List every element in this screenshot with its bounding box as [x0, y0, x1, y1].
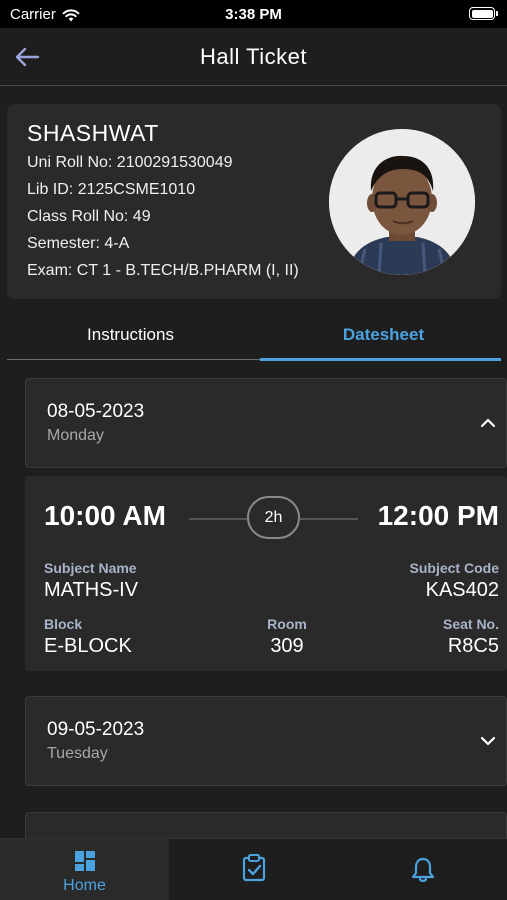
duration-line-right — [300, 518, 358, 520]
duration-line-left — [189, 518, 247, 520]
bottom-navigation: Home — [0, 838, 507, 900]
datesheet-list[interactable]: 08-05-2023 Monday 10:00 AM 2h 12:00 PM S… — [0, 362, 507, 838]
student-photo — [329, 129, 475, 275]
block-label: Block — [44, 616, 83, 632]
seat-value: R8C5 — [447, 635, 499, 657]
bell-icon[interactable] — [411, 856, 435, 884]
exam-day: Tuesday — [47, 745, 108, 762]
exam-start-time: 10:00 AM — [44, 500, 166, 531]
hall-ticket-tabs: Instructions Datesheet — [7, 310, 501, 362]
class-roll-number: Class Roll No: 49 — [27, 208, 151, 225]
exam-day: Monday — [47, 427, 104, 444]
library-id: Lib ID: 2125CSME1010 — [27, 181, 196, 198]
exam-detail-card: 10:00 AM 2h 12:00 PM Subject Name MATHS-… — [25, 476, 507, 671]
duration-badge: 2h — [247, 496, 300, 539]
status-bar: Carrier 3:38 PM — [0, 0, 507, 28]
uni-roll-number: Uni Roll No: 2100291530049 — [27, 154, 233, 171]
datesheet-day-header[interactable]: 09-05-2023 Tuesday — [25, 696, 507, 786]
datesheet-day-header[interactable] — [25, 812, 507, 838]
exam-date: 09-05-2023 — [47, 719, 145, 740]
seat-label: Seat No. — [442, 616, 499, 632]
block-value: E-BLOCK — [44, 635, 132, 657]
active-tab-indicator — [260, 358, 501, 361]
battery-icon — [469, 7, 498, 20]
subject-code-label: Subject Code — [409, 560, 499, 576]
room-label: Room — [267, 616, 307, 632]
nav-home-label: Home — [63, 877, 106, 894]
tab-datesheet[interactable]: Datesheet — [260, 310, 507, 360]
student-profile-card: SHASHWAT Uni Roll No: 2100291530049 Lib … — [7, 104, 501, 299]
exam-name: Exam: CT 1 - B.TECH/B.PHARM (I, II) — [27, 262, 299, 279]
app-bar: Hall Ticket — [0, 28, 507, 86]
subject-code-value: KAS402 — [425, 579, 499, 601]
chevron-down-icon — [480, 736, 496, 746]
room-value: 309 — [270, 635, 304, 657]
exam-end-time: 12:00 PM — [377, 500, 499, 531]
student-name: SHASHWAT — [27, 120, 159, 146]
hall-ticket-screen: Carrier 3:38 PM Hall Ticket SHASHWAT Uni… — [0, 0, 507, 900]
page-title: Hall Ticket — [200, 44, 307, 69]
subject-name-label: Subject Name — [44, 560, 137, 576]
chevron-up-icon — [480, 418, 496, 428]
grid-icon — [75, 851, 95, 871]
semester: Semester: 4-A — [27, 235, 130, 252]
nav-home[interactable]: Home — [0, 839, 169, 900]
subject-name-value: MATHS-IV — [44, 579, 139, 601]
clipboard-check-icon[interactable] — [242, 854, 266, 882]
status-time: 3:38 PM — [225, 6, 282, 23]
avatar — [329, 129, 475, 275]
exam-date: 08-05-2023 — [47, 401, 145, 422]
tab-instructions[interactable]: Instructions — [7, 310, 254, 360]
datesheet-day-header[interactable]: 08-05-2023 Monday — [25, 378, 507, 468]
